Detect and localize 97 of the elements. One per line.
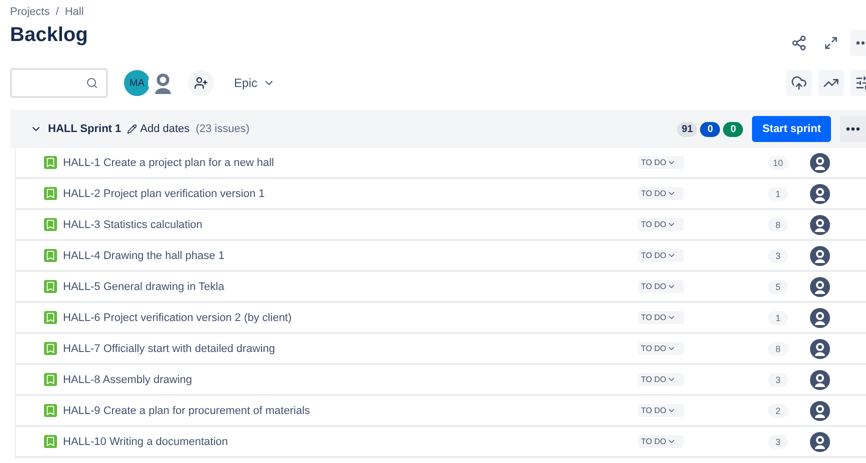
person-icon [813, 218, 827, 232]
status-dropdown[interactable]: TO DO [638, 156, 684, 169]
issue-summary[interactable]: HALL-6 Project verification version 2 (by client) [63, 312, 638, 324]
issue-summary[interactable]: HALL-10 Writing a documentation [63, 436, 638, 448]
story-points: 5 [768, 280, 788, 294]
status-dropdown[interactable]: TO DO [638, 311, 684, 324]
story-points: 8 [768, 342, 788, 356]
share-icon [791, 35, 807, 51]
assignee-avatar[interactable] [810, 400, 830, 420]
count-badge: 91 [677, 122, 698, 136]
chevron-icon [667, 158, 676, 167]
issue-summary[interactable]: HALL-9 Create a plan for procurement of materials [63, 404, 638, 416]
sprint-more-button[interactable] [840, 116, 866, 142]
status-dropdown[interactable]: TO DO [638, 218, 684, 231]
assignee-avatar[interactable] [810, 370, 830, 390]
issue-summary[interactable]: HALL-5 General drawing in Tekla [63, 280, 638, 292]
person-icon [813, 404, 827, 418]
chevron-icon [667, 437, 676, 446]
story-icon [44, 373, 57, 386]
ellipsis-icon [856, 41, 866, 45]
assignee-avatar[interactable] [810, 246, 830, 266]
story-icon [44, 249, 57, 262]
person-icon [813, 156, 827, 170]
add-person-icon [194, 76, 208, 90]
search-field[interactable] [10, 68, 108, 98]
assignee-avatar[interactable] [810, 276, 830, 296]
status-dropdown[interactable]: TO DO [638, 404, 684, 417]
chevron-icon [667, 251, 676, 260]
status-dropdown[interactable]: TO DO [638, 249, 684, 262]
assignee-avatar[interactable] [810, 338, 830, 358]
person-icon [813, 280, 827, 294]
add-dates-button[interactable]: Add dates [127, 123, 190, 135]
issue-summary[interactable]: HALL-2 Project plan verification version 1 [63, 188, 638, 200]
issue-summary[interactable]: HALL-4 Drawing the hall phase 1 [63, 250, 638, 262]
expand-icon [824, 36, 838, 50]
issue-count: (23 issues) [196, 123, 250, 135]
add-people-button[interactable] [188, 70, 214, 96]
person-icon [813, 372, 827, 386]
story-points: 3 [768, 434, 788, 448]
issue-summary[interactable]: HALL-8 Assembly drawing [63, 374, 638, 386]
person-icon [813, 186, 827, 200]
story-points: 1 [768, 186, 788, 200]
story-icon [44, 435, 57, 448]
story-icon [44, 280, 57, 293]
chevron-icon [667, 344, 676, 353]
cloud-upload-button[interactable] [786, 70, 812, 96]
status-dropdown[interactable]: TO DO [638, 435, 684, 448]
assignee-avatar[interactable] [810, 308, 830, 328]
story-icon [44, 404, 57, 417]
person-icon [813, 310, 827, 324]
assignee-avatar[interactable] [810, 152, 830, 172]
chevron-icon [667, 189, 676, 198]
person-icon [813, 434, 827, 448]
story-points: 2 [768, 404, 788, 418]
pencil-icon [127, 124, 138, 134]
status-dropdown[interactable]: TO DO [638, 280, 684, 293]
assignee-avatar[interactable] [810, 214, 830, 234]
status-dropdown[interactable]: TO DO [638, 373, 684, 386]
story-icon [44, 187, 57, 200]
chevron-icon [667, 220, 676, 229]
story-points: 1 [768, 310, 788, 324]
user-avatar[interactable]: MA [122, 68, 152, 98]
story-points: 3 [768, 248, 788, 262]
person-icon [152, 72, 174, 94]
story-icon [44, 342, 57, 355]
chevron-icon [667, 375, 676, 384]
issue-summary[interactable]: HALL-3 Statistics calculation [63, 218, 638, 230]
page-title: Backlog [10, 24, 88, 47]
chevron-icon [667, 313, 676, 322]
issue-summary[interactable]: HALL-7 Officially start with detailed drawing [63, 342, 638, 354]
chevron-icon [667, 282, 676, 291]
status-dropdown[interactable]: TO DO [638, 342, 684, 355]
story-points: 10 [768, 156, 788, 170]
search-icon [86, 77, 98, 89]
breadcrumb-separator: / [56, 6, 59, 18]
breadcrumb-link[interactable]: Projects [10, 6, 50, 18]
story-icon [44, 218, 57, 231]
count-badge: 0 [723, 122, 744, 136]
ellipsis-icon [846, 127, 860, 131]
start-sprint-button[interactable]: Start sprint [752, 116, 831, 142]
count-badge: 0 [700, 122, 720, 136]
chart-button[interactable] [818, 70, 844, 96]
assignee-avatar[interactable] [810, 184, 830, 204]
epic-filter[interactable]: Epic [228, 75, 282, 91]
story-icon [44, 156, 57, 169]
assignee-avatar[interactable] [810, 432, 830, 452]
sprint-name: HALL Sprint 1 [48, 123, 122, 135]
story-icon [44, 311, 57, 324]
cloud-upload-icon [791, 75, 807, 91]
issue-summary[interactable]: HALL-1 Create a project plan for a new hall [63, 156, 638, 168]
person-icon [813, 342, 827, 356]
story-points: 3 [768, 372, 788, 386]
breadcrumb-link[interactable]: Hall [64, 6, 84, 18]
status-dropdown[interactable]: TO DO [638, 187, 684, 200]
person-icon [813, 248, 827, 262]
chevron-icon [667, 406, 676, 415]
story-points: 8 [768, 218, 788, 232]
